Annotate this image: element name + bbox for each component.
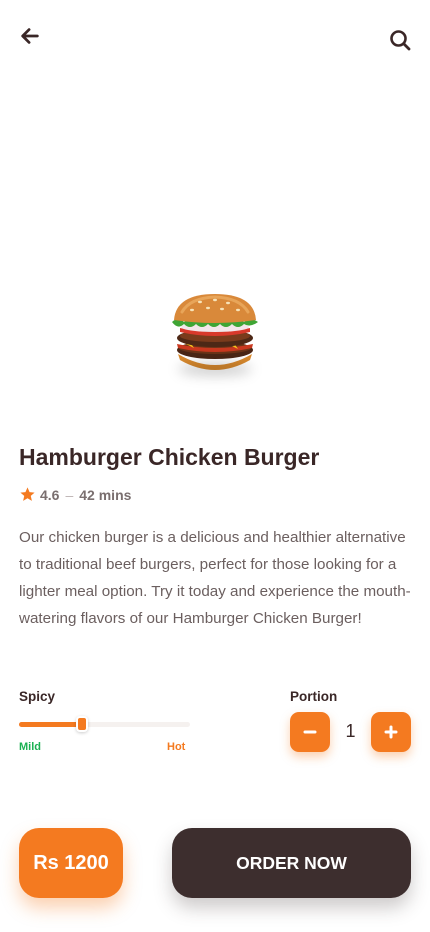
increase-portion-button[interactable] bbox=[371, 712, 411, 752]
slider-fill bbox=[19, 722, 83, 727]
spicy-slider[interactable] bbox=[19, 716, 190, 734]
burger-illustration bbox=[172, 294, 258, 370]
product-meta: 4.6 – 42 mins bbox=[19, 486, 131, 503]
burger-shadow bbox=[178, 362, 252, 376]
spicy-label: Spicy bbox=[19, 689, 56, 704]
order-now-button[interactable]: ORDER NOW bbox=[172, 828, 411, 898]
search-icon bbox=[390, 30, 411, 51]
spicy-max-label: Hot bbox=[167, 741, 186, 753]
top-bar bbox=[16, 22, 414, 54]
spicy-min-label: Mild bbox=[19, 741, 41, 753]
portion-label: Portion bbox=[290, 689, 338, 704]
back-button[interactable] bbox=[16, 22, 44, 50]
burger-image bbox=[160, 286, 270, 396]
slider-thumb[interactable] bbox=[76, 716, 89, 732]
arrow-left-icon bbox=[21, 28, 39, 44]
star-icon bbox=[20, 487, 35, 501]
product-description: Our chicken burger is a delicious and he… bbox=[19, 529, 411, 627]
product-title: Hamburger Chicken Burger bbox=[19, 444, 320, 470]
search-button[interactable] bbox=[386, 26, 414, 54]
rating-value: 4.6 bbox=[40, 486, 60, 503]
portion-quantity: 1 bbox=[345, 721, 356, 741]
plus-icon bbox=[384, 725, 398, 739]
meta-separator: – bbox=[65, 486, 74, 503]
decrease-portion-button[interactable] bbox=[290, 712, 330, 752]
minus-icon bbox=[303, 730, 317, 734]
prep-time: 42 mins bbox=[79, 486, 132, 503]
price-button[interactable]: Rs 1200 bbox=[19, 828, 123, 898]
